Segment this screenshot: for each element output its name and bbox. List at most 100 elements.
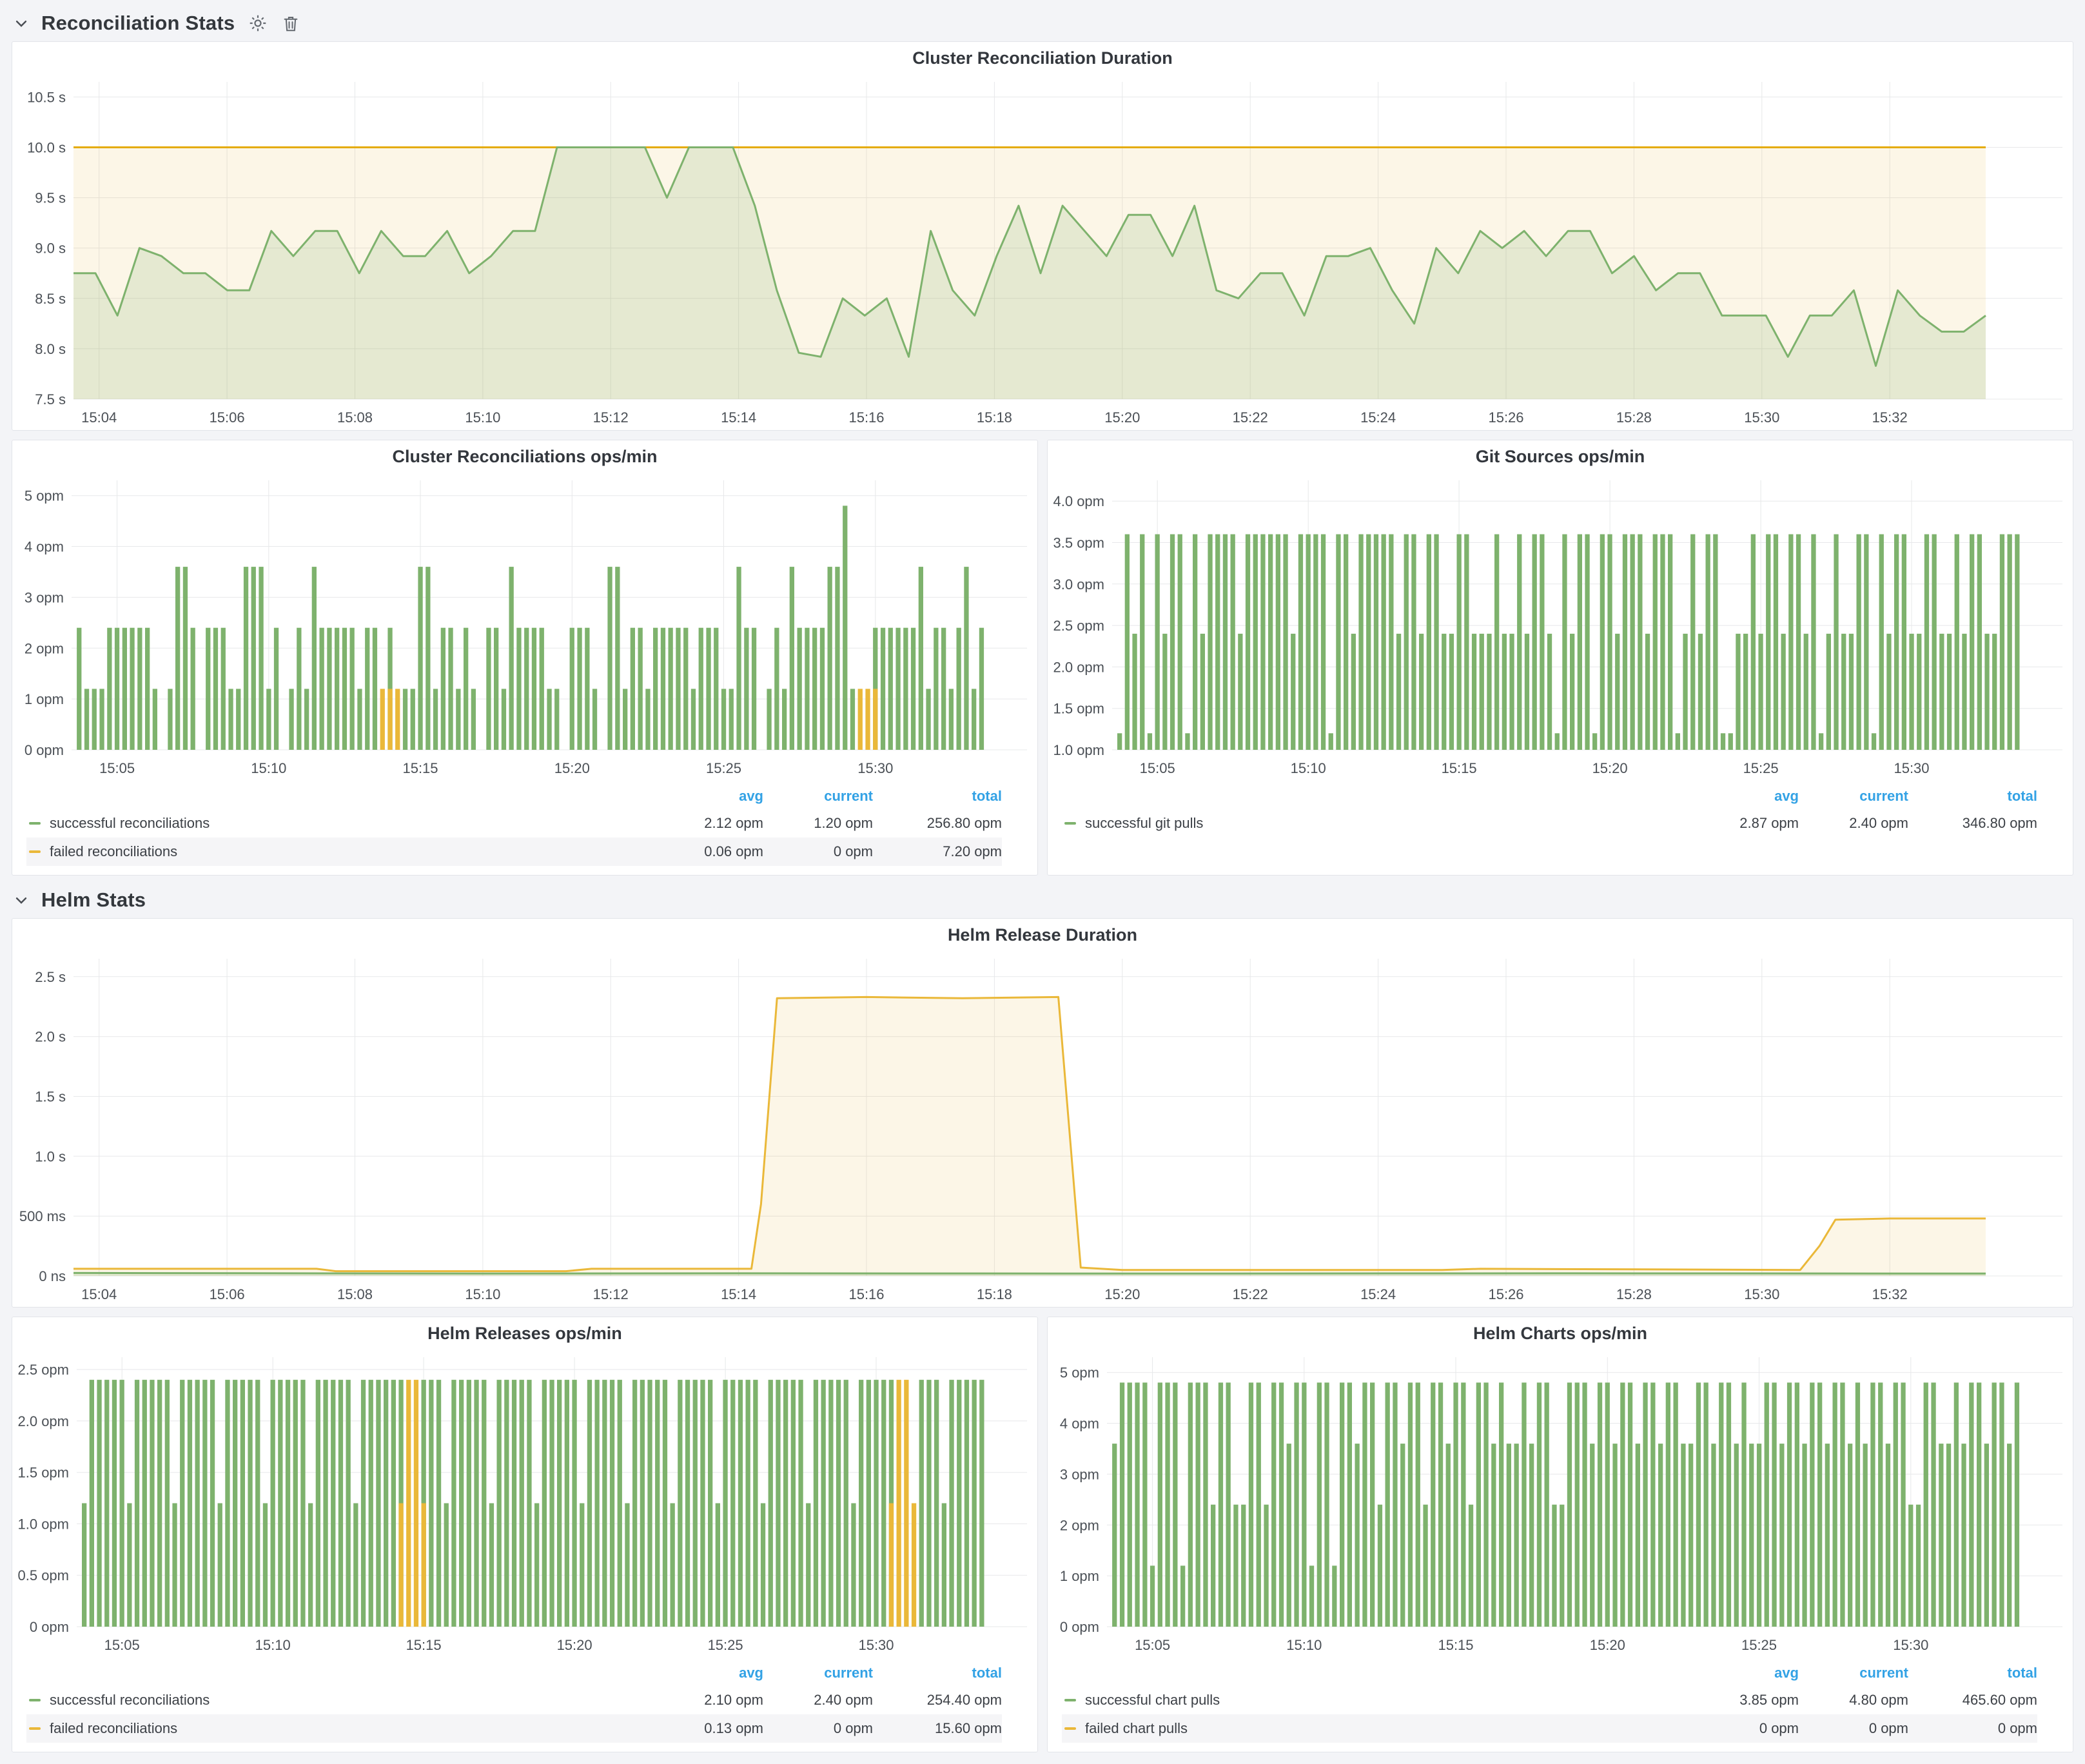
- legend-sort-total[interactable]: total: [1908, 1665, 2037, 1681]
- panel-title[interactable]: Cluster Reconciliation Duration: [12, 42, 2073, 74]
- svg-text:15:30: 15:30: [1744, 409, 1779, 426]
- legend-value: 3.85 opm: [1689, 1692, 1799, 1709]
- svg-text:2 opm: 2 opm: [24, 640, 64, 656]
- svg-text:9.5 s: 9.5 s: [35, 190, 66, 206]
- legend-sort-current[interactable]: current: [1799, 788, 1908, 805]
- panel-title[interactable]: Helm Charts ops/min: [1048, 1317, 2073, 1349]
- svg-text:2.0 s: 2.0 s: [35, 1029, 66, 1045]
- svg-text:15:25: 15:25: [1741, 1637, 1777, 1653]
- svg-text:15:10: 15:10: [1291, 760, 1326, 776]
- legend-series-toggle[interactable]: failed reconciliations: [26, 1720, 654, 1737]
- chart-canvas[interactable]: 0 opm0.5 opm1.0 opm1.5 opm2.0 opm2.5 opm…: [12, 1349, 1037, 1658]
- panel-cluster-reconciliation-duration: Cluster Reconciliation Duration 7.5 s8.0…: [12, 41, 2073, 431]
- svg-text:15:15: 15:15: [1438, 1637, 1473, 1653]
- series-color-dash: [1064, 1727, 1076, 1730]
- panel-helm-release-duration: Helm Release Duration 0 ns500 ms1.0 s1.5…: [12, 918, 2073, 1308]
- section-title[interactable]: Reconciliation Stats: [41, 12, 235, 35]
- chart-canvas[interactable]: 0 ns500 ms1.0 s1.5 s2.0 s2.5 s15:0415:06…: [12, 951, 2073, 1307]
- helm-release-duration-chart[interactable]: 0 ns500 ms1.0 s1.5 s2.0 s2.5 s15:0415:06…: [12, 951, 2073, 1307]
- svg-text:1.5 opm: 1.5 opm: [1053, 701, 1105, 717]
- series-color-dash: [29, 1699, 41, 1701]
- chart-canvas[interactable]: 0 opm1 opm2 opm3 opm4 opm5 opm15:0515:10…: [1048, 1349, 2073, 1658]
- helm-releases-ops-chart[interactable]: 0 opm0.5 opm1.0 opm1.5 opm2.0 opm2.5 opm…: [12, 1349, 1037, 1658]
- svg-text:10.0 s: 10.0 s: [27, 140, 66, 156]
- legend-sort-avg[interactable]: avg: [654, 788, 763, 805]
- chevron-down-icon[interactable]: [14, 893, 28, 907]
- panel-title[interactable]: Helm Release Duration: [12, 919, 2073, 951]
- legend-header-row: avgcurrenttotal: [26, 1660, 1002, 1686]
- legend-series-toggle[interactable]: successful reconciliations: [26, 815, 654, 832]
- svg-text:15:12: 15:12: [593, 1286, 629, 1302]
- svg-text:8.5 s: 8.5 s: [35, 291, 66, 307]
- svg-text:15:30: 15:30: [1893, 1637, 1928, 1653]
- panel-title[interactable]: Cluster Reconciliations ops/min: [12, 440, 1037, 473]
- cluster-reconciliation-duration-chart[interactable]: 7.5 s8.0 s8.5 s9.0 s9.5 s10.0 s10.5 s15:…: [12, 74, 2073, 430]
- legend-value: 2.87 opm: [1689, 815, 1799, 832]
- cluster-reconciliations-ops-chart[interactable]: 0 opm1 opm2 opm3 opm4 opm5 opm15:0515:10…: [12, 473, 1037, 781]
- svg-text:15:16: 15:16: [848, 1286, 884, 1302]
- svg-text:15:20: 15:20: [1104, 1286, 1140, 1302]
- svg-text:15:14: 15:14: [721, 1286, 756, 1302]
- legend-series-toggle[interactable]: successful git pulls: [1062, 815, 1689, 832]
- chevron-down-icon[interactable]: [14, 16, 28, 30]
- section-header-reconciliation-stats: Reconciliation Stats: [12, 5, 2073, 41]
- svg-text:15:24: 15:24: [1360, 409, 1396, 426]
- svg-text:2.5 opm: 2.5 opm: [1053, 618, 1105, 634]
- legend-sort-total[interactable]: total: [873, 1665, 1002, 1681]
- legend-sort-current[interactable]: current: [763, 1665, 873, 1681]
- gear-icon[interactable]: [248, 13, 268, 34]
- legend-sort-avg[interactable]: avg: [654, 1665, 763, 1681]
- legend-sort-avg[interactable]: avg: [1689, 788, 1799, 805]
- legend-sort-total[interactable]: total: [873, 788, 1002, 805]
- svg-text:0 opm: 0 opm: [1060, 1619, 1099, 1635]
- legend-series-toggle[interactable]: successful chart pulls: [1062, 1692, 1689, 1709]
- svg-text:1.5 opm: 1.5 opm: [18, 1465, 70, 1481]
- panel-helm-releases-ops: Helm Releases ops/min 0 opm0.5 opm1.0 op…: [12, 1317, 1038, 1752]
- chart-canvas[interactable]: 7.5 s8.0 s8.5 s9.0 s9.5 s10.0 s10.5 s15:…: [12, 74, 2073, 430]
- legend-sort-current[interactable]: current: [763, 788, 873, 805]
- section-title[interactable]: Helm Stats: [41, 888, 146, 912]
- legend-series-toggle[interactable]: successful reconciliations: [26, 1692, 654, 1709]
- panel-title[interactable]: Helm Releases ops/min: [12, 1317, 1037, 1349]
- chart-canvas[interactable]: 1.0 opm1.5 opm2.0 opm2.5 opm3.0 opm3.5 o…: [1048, 473, 2073, 781]
- svg-text:15:05: 15:05: [104, 1637, 140, 1653]
- svg-text:0.5 opm: 0.5 opm: [18, 1567, 70, 1583]
- svg-text:5 opm: 5 opm: [24, 488, 64, 504]
- legend-row: successful chart pulls3.85 opm4.80 opm46…: [1062, 1686, 2037, 1714]
- series-color-dash: [29, 1727, 41, 1730]
- svg-text:3 opm: 3 opm: [24, 589, 64, 605]
- svg-text:15:15: 15:15: [402, 760, 438, 776]
- legend-sort-avg[interactable]: avg: [1689, 1665, 1799, 1681]
- legend-value: 465.60 opm: [1908, 1692, 2037, 1709]
- svg-text:3 opm: 3 opm: [1060, 1466, 1099, 1482]
- legend: avgcurrenttotal successful git pulls2.87 …: [1048, 781, 2073, 847]
- svg-text:15:04: 15:04: [81, 1286, 117, 1302]
- panel-row: Helm Releases ops/min 0 opm0.5 opm1.0 op…: [12, 1317, 2073, 1752]
- helm-charts-ops-chart[interactable]: 0 opm1 opm2 opm3 opm4 opm5 opm15:0515:10…: [1048, 1349, 2073, 1658]
- svg-text:15:05: 15:05: [1135, 1637, 1170, 1653]
- svg-text:0 ns: 0 ns: [39, 1268, 66, 1284]
- legend-value: 256.80 opm: [873, 815, 1002, 832]
- svg-text:15:08: 15:08: [337, 1286, 373, 1302]
- grafana-dashboard: Reconciliation Stats Cluster Reconciliat…: [0, 0, 2085, 1764]
- svg-text:15:30: 15:30: [858, 1637, 894, 1653]
- legend-series-toggle[interactable]: failed reconciliations: [26, 843, 654, 860]
- legend-value: 254.40 opm: [873, 1692, 1002, 1709]
- git-sources-ops-chart[interactable]: 1.0 opm1.5 opm2.0 opm2.5 opm3.0 opm3.5 o…: [1048, 473, 2073, 781]
- svg-text:15:26: 15:26: [1488, 1286, 1523, 1302]
- legend-series-toggle[interactable]: failed chart pulls: [1062, 1720, 1689, 1737]
- trash-icon[interactable]: [281, 13, 300, 34]
- svg-text:15:04: 15:04: [81, 409, 117, 426]
- legend-value: 0.13 opm: [654, 1720, 763, 1737]
- legend-value: 15.60 opm: [873, 1720, 1002, 1737]
- svg-text:15:05: 15:05: [1140, 760, 1175, 776]
- legend-sort-current[interactable]: current: [1799, 1665, 1908, 1681]
- legend-sort-total[interactable]: total: [1908, 788, 2037, 805]
- panel-title[interactable]: Git Sources ops/min: [1048, 440, 2073, 473]
- chart-canvas[interactable]: 0 opm1 opm2 opm3 opm4 opm5 opm15:0515:10…: [12, 473, 1037, 781]
- legend-row: successful reconciliations2.10 opm2.40 o…: [26, 1686, 1002, 1714]
- svg-text:15:28: 15:28: [1616, 1286, 1652, 1302]
- section-header-helm-stats: Helm Stats: [12, 882, 2073, 918]
- svg-text:15:32: 15:32: [1872, 409, 1908, 426]
- svg-text:7.5 s: 7.5 s: [35, 391, 66, 407]
